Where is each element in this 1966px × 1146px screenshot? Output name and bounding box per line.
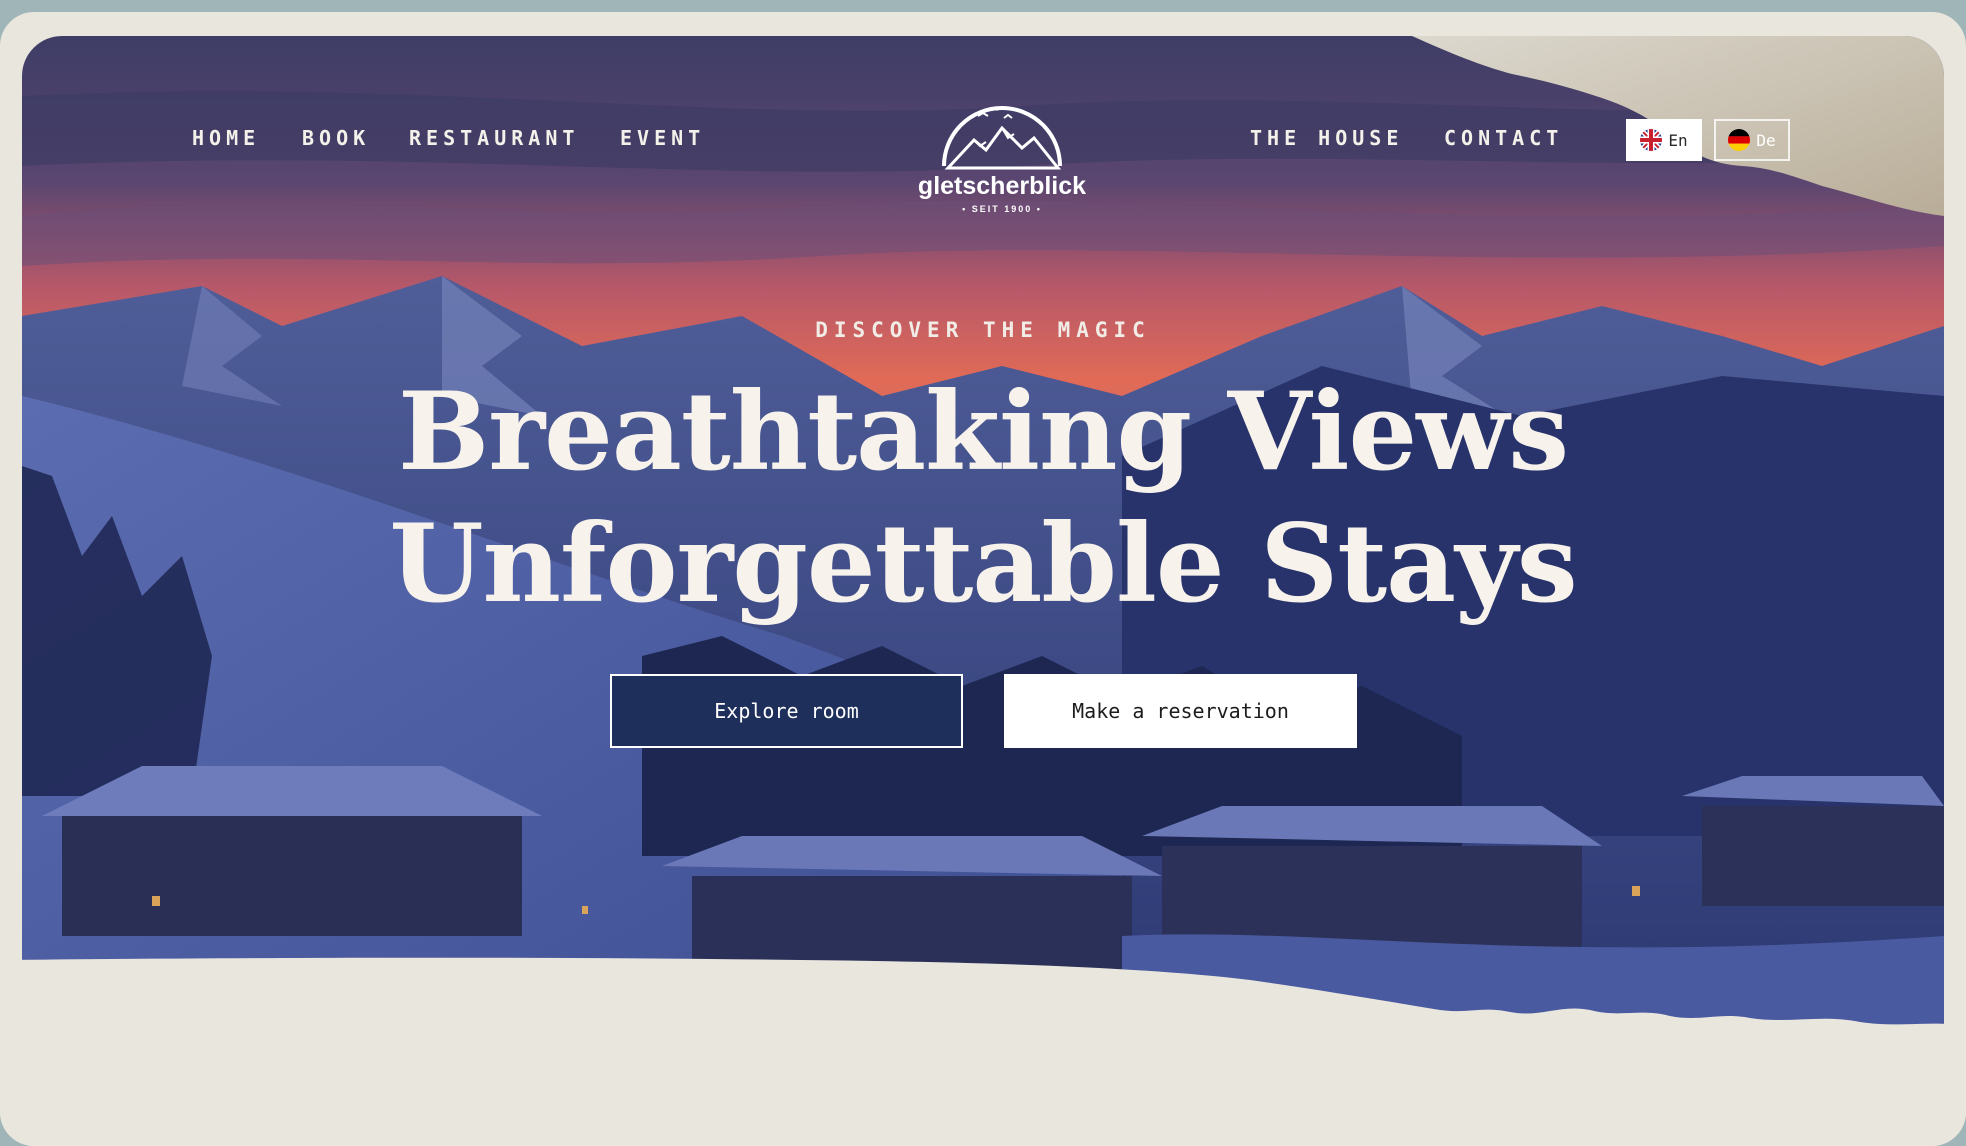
logo[interactable]: gletscherblick • SEIT 1900 • (882, 76, 1122, 226)
mountain-logo-icon (942, 106, 1062, 170)
logo-wordmark: gletscherblick (917, 172, 1087, 200)
uk-flag-icon (1640, 129, 1663, 151)
nav-link-the-house[interactable]: THE HOUSE (1250, 126, 1403, 150)
nav-link-book[interactable]: BOOK (302, 126, 370, 150)
language-de-label: De (1756, 130, 1776, 150)
germany-flag-icon (1728, 129, 1751, 151)
language-de-button[interactable]: De (1714, 119, 1790, 161)
language-en-label: En (1668, 130, 1688, 150)
nav-link-restaurant[interactable]: RESTAURANT (409, 126, 579, 150)
page-frame: HOME BOOK RESTAURANT EVENT gletscherblic… (0, 12, 1966, 1146)
hero-eyebrow: DISCOVER THE MAGIC (815, 318, 1151, 342)
hero-headline-line-2: Unforgettable Stays (389, 501, 1577, 627)
hero-headline-line-1: Breathtaking Views (397, 369, 1569, 495)
logo-tagline: • SEIT 1900 • (962, 204, 1042, 214)
language-en-button[interactable]: En (1626, 119, 1702, 161)
nav-link-contact[interactable]: CONTACT (1444, 126, 1563, 150)
make-reservation-button[interactable]: Make a reservation (1004, 674, 1357, 748)
nav-link-home[interactable]: HOME (192, 126, 260, 150)
hero-headline: Breathtaking Views Unforgettable Stays (0, 366, 1966, 630)
nav-link-event[interactable]: EVENT (620, 126, 705, 150)
explore-room-button[interactable]: Explore room (610, 674, 963, 748)
